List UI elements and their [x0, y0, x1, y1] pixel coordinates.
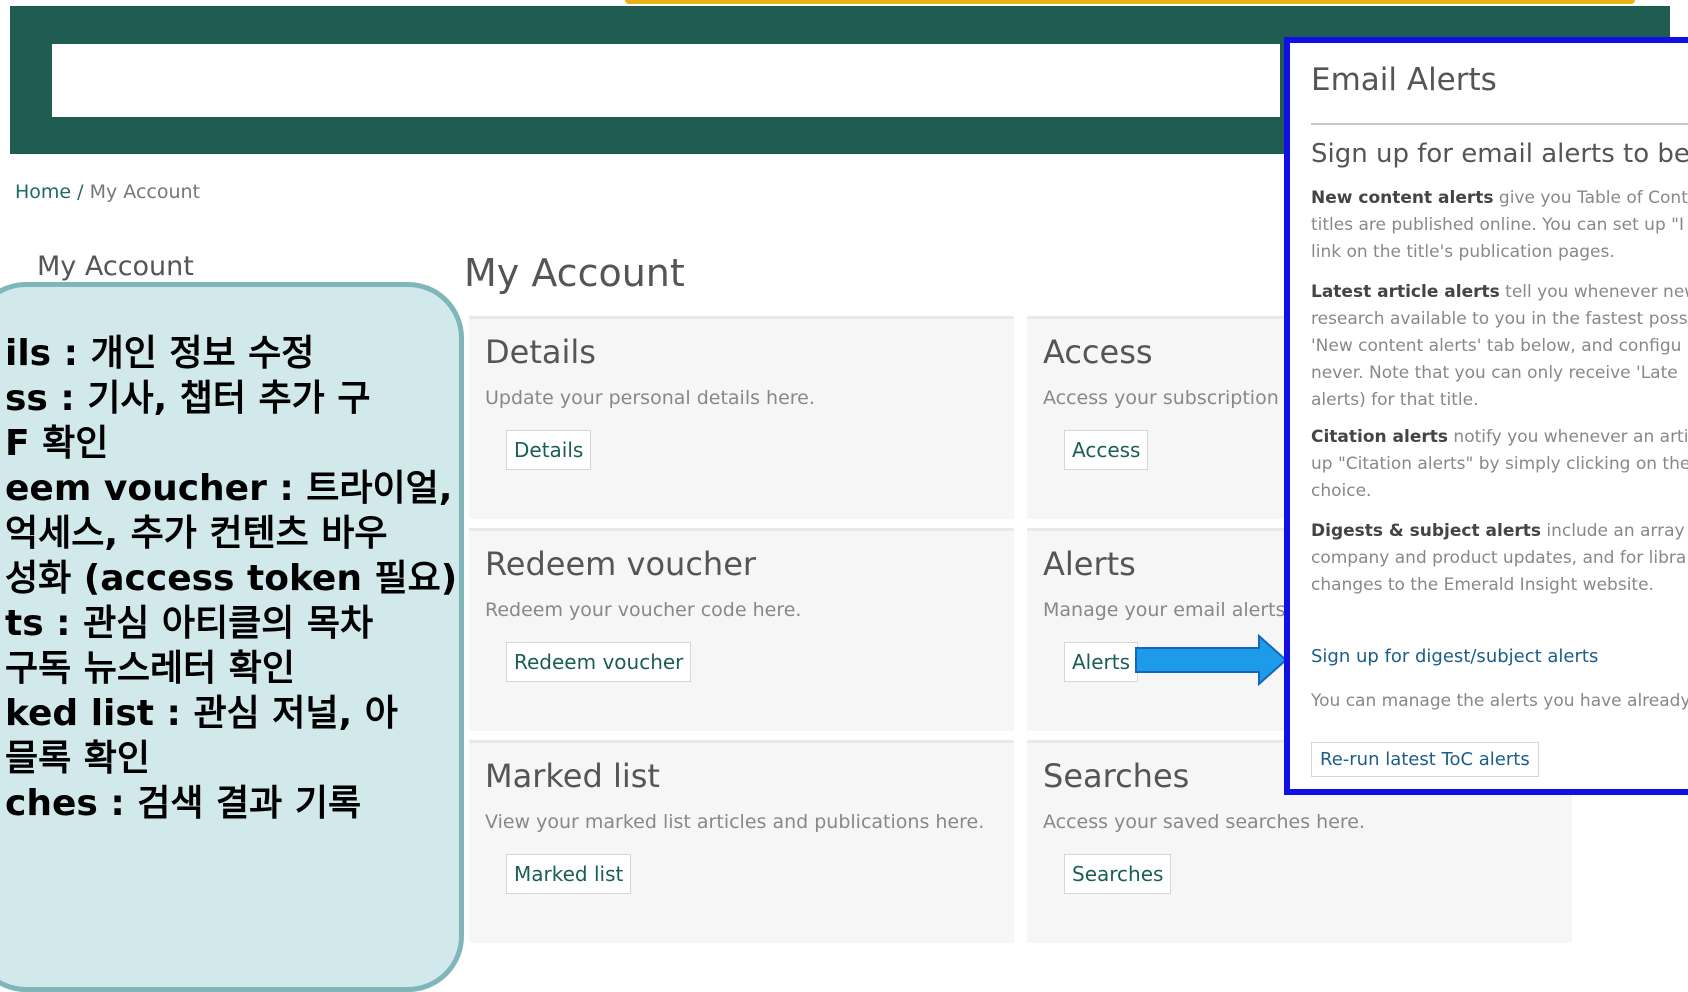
section-text: 'New content alerts' tab below, and conf… — [1311, 336, 1682, 356]
new-content-alerts-text: New content alerts give you Table of Con… — [1311, 185, 1688, 266]
annotation-line: F 확인 — [5, 423, 109, 464]
card-description: View your marked list articles and publi… — [485, 811, 985, 833]
section-heading: New content alerts — [1311, 188, 1494, 208]
section-text: research available to you in the fastest… — [1311, 309, 1688, 329]
details-card: Details Update your personal details her… — [469, 316, 1014, 519]
page-title: My Account — [464, 251, 685, 295]
section-text: never. Note that you can only receive 'L… — [1311, 363, 1678, 383]
manage-alerts-text: You can manage the alerts you have alrea… — [1311, 691, 1688, 711]
section-text: alerts) for that title. — [1311, 390, 1479, 410]
card-description: Access your saved searches here. — [1043, 811, 1366, 833]
annotation-line: 구독 뉴스레터 확인 — [5, 648, 296, 689]
section-heading: Digests & subject alerts — [1311, 521, 1541, 541]
section-text: notify you whenever an artic — [1448, 427, 1688, 447]
section-text: give you Table of Conte — [1493, 188, 1688, 208]
access-button[interactable]: Access — [1064, 430, 1149, 470]
breadcrumb-separator: / — [77, 181, 84, 203]
searches-button[interactable]: Searches — [1064, 854, 1172, 894]
annotation-line: 억세스, 추가 컨텐츠 바우 — [5, 513, 388, 554]
annotation-line: ils : 개인 정보 수정 — [5, 333, 315, 374]
annotation-line: eem voucher : 트라이얼, — [5, 468, 453, 509]
marked-list-button[interactable]: Marked list — [506, 854, 632, 894]
section-text: tell you whenever new E — [1505, 282, 1688, 302]
section-text: choice. — [1311, 481, 1372, 501]
section-text: titles are published online. You can set… — [1311, 215, 1684, 235]
redeem-voucher-button[interactable]: Redeem voucher — [506, 642, 692, 682]
section-text: company and product updates, and for lib… — [1311, 548, 1687, 568]
card-title: Marked list — [485, 757, 660, 795]
card-title: Redeem voucher — [485, 545, 757, 583]
email-alerts-panel: Email Alerts Sign up for email alerts to… — [1284, 37, 1688, 795]
divider — [1311, 123, 1688, 125]
card-title: Searches — [1043, 757, 1190, 795]
card-description: Update your personal details here. — [485, 387, 815, 409]
annotation-line: 성화 (access token 필요) — [5, 558, 458, 599]
signup-digest-alerts-link[interactable]: Sign up for digest/subject alerts — [1311, 646, 1598, 667]
annotation-line: 믈록 확인 — [5, 738, 151, 779]
section-text: link on the title's publication pages. — [1311, 242, 1615, 262]
redeem-voucher-card: Redeem voucher Redeem your voucher code … — [469, 528, 1014, 731]
annotation-line: ss : 기사, 챕터 추가 구 — [5, 378, 371, 419]
latest-article-alerts-text: Latest article alerts tell you whenever … — [1311, 279, 1688, 414]
citation-alerts-text: Citation alerts notify you whenever an a… — [1311, 424, 1688, 505]
annotation-callout: ils : 개인 정보 수정 ss : 기사, 챕터 추가 구 F 확인 eem… — [0, 282, 464, 992]
annotation-line: ked list : 관심 저널, 아 — [5, 693, 398, 734]
email-alerts-title: Email Alerts — [1311, 62, 1497, 98]
card-description: Access your subscription — [1043, 387, 1279, 409]
section-text: up "Citation alerts" by simply clicking … — [1311, 454, 1688, 474]
section-text: include an array of — [1546, 521, 1688, 541]
rerun-toc-alerts-button[interactable]: Re-run latest ToC alerts — [1311, 742, 1539, 777]
sidebar-title: My Account — [37, 251, 194, 282]
card-title: Details — [485, 333, 596, 371]
search-input[interactable] — [52, 44, 1280, 117]
marked-list-card: Marked list View your marked list articl… — [469, 740, 1014, 943]
details-button[interactable]: Details — [506, 430, 592, 470]
breadcrumb-home-link[interactable]: Home — [15, 181, 71, 203]
header-accent-bar — [625, 0, 1635, 4]
section-heading: Latest article alerts — [1311, 282, 1500, 302]
annotation-line: ches : 검색 결과 기록 — [5, 783, 362, 824]
section-text: changes to the Emerald Insight website. — [1311, 575, 1654, 595]
breadcrumb-current: My Account — [89, 181, 201, 203]
digest-subject-alerts-text: Digests & subject alerts include an arra… — [1311, 518, 1688, 599]
email-alerts-subtitle: Sign up for email alerts to be nc — [1311, 139, 1688, 169]
alerts-button[interactable]: Alerts — [1064, 642, 1139, 682]
card-description: Redeem your voucher code here. — [485, 599, 802, 621]
card-title: Access — [1043, 333, 1153, 371]
arrow-right-icon — [1135, 634, 1288, 686]
annotation-line: ts : 관심 아티클의 목차 — [5, 603, 374, 644]
section-heading: Citation alerts — [1311, 427, 1449, 447]
card-title: Alerts — [1043, 545, 1136, 583]
breadcrumb: Home / My Account — [15, 181, 200, 203]
card-description: Manage your email alerts — [1043, 599, 1286, 621]
